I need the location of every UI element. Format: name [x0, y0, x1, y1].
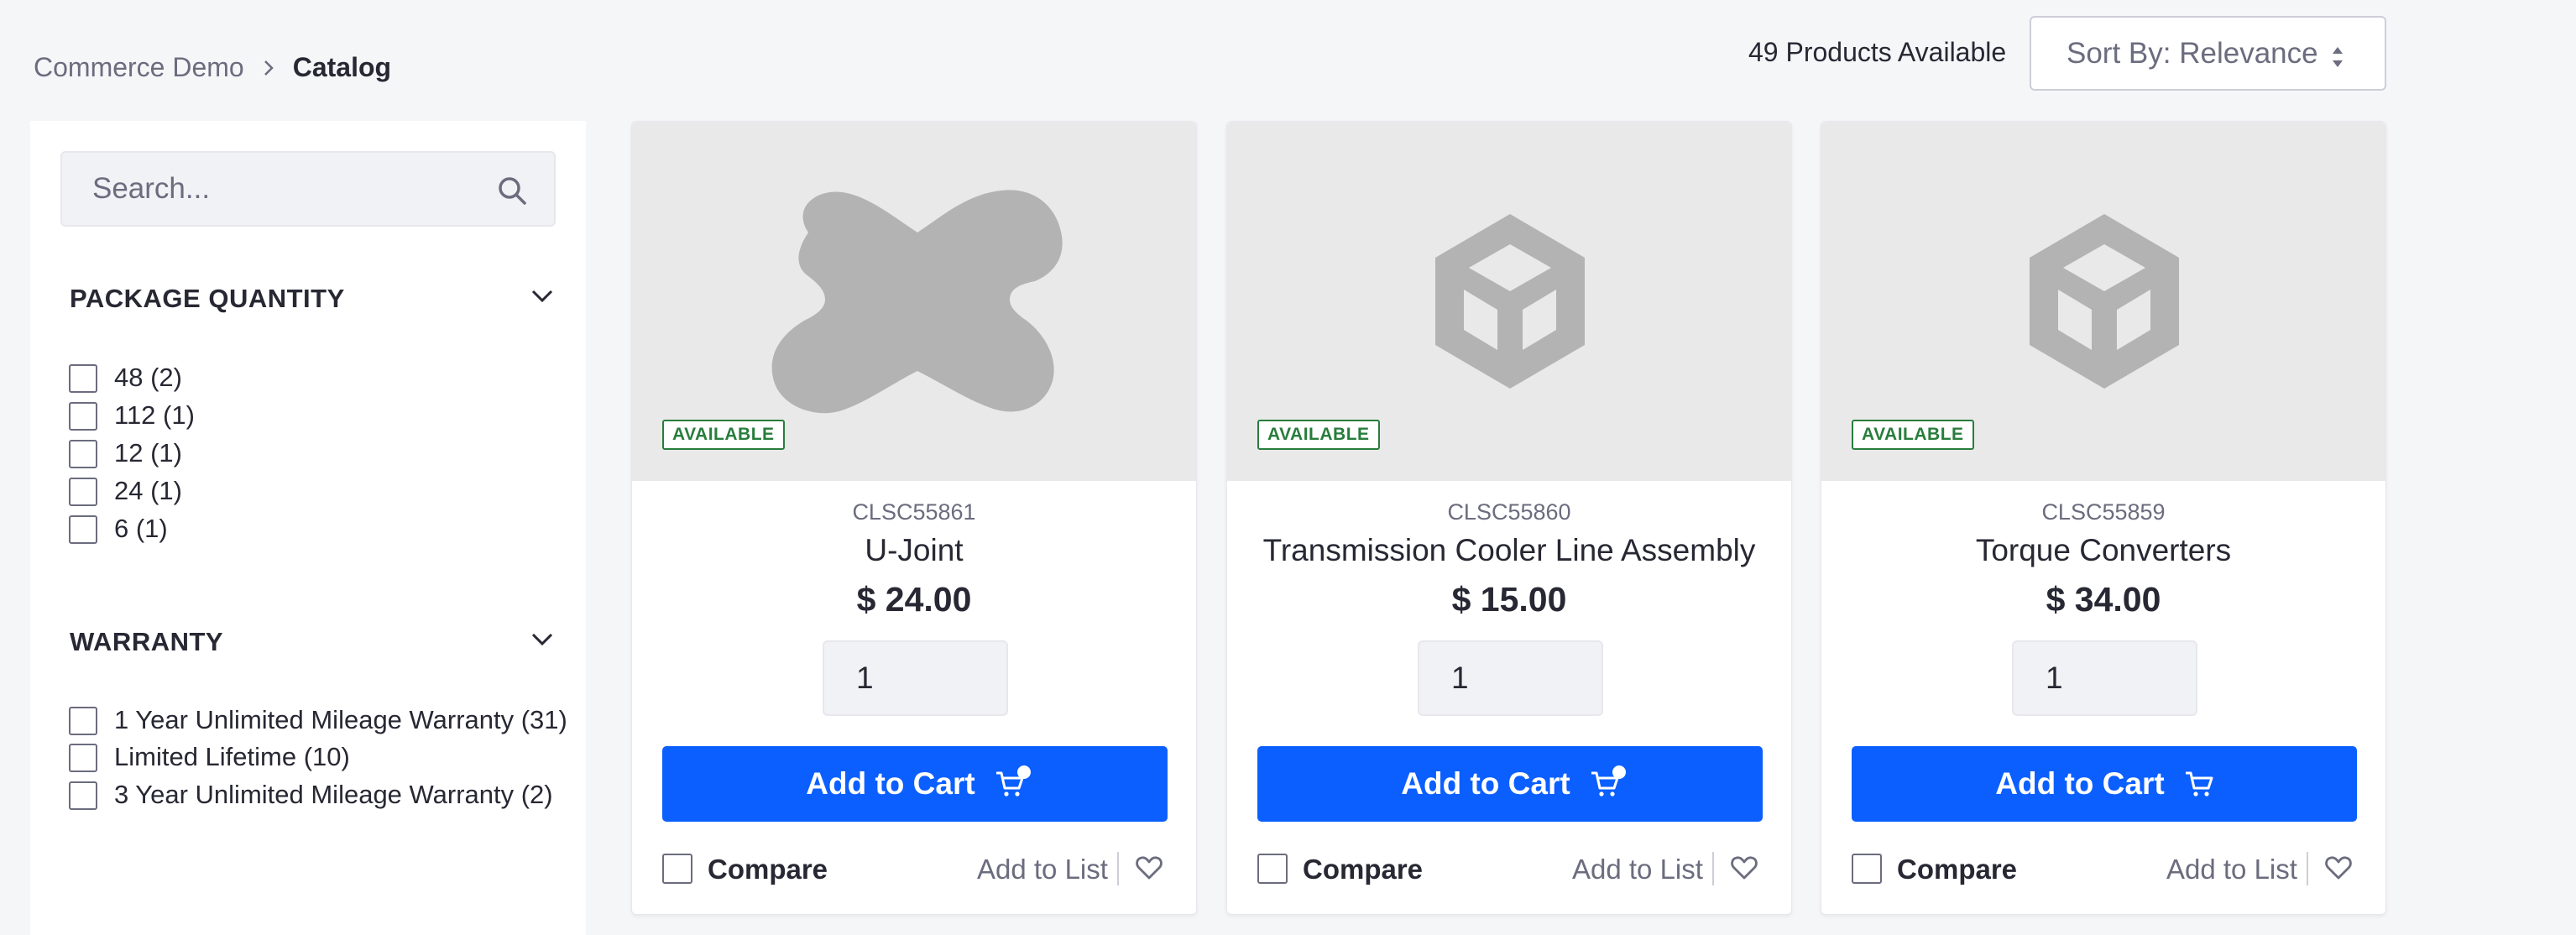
facet-title-warranty[interactable]: WARRANTY: [70, 627, 223, 657]
chevron-down-icon[interactable]: [530, 632, 554, 651]
quantity-input[interactable]: 1: [1418, 640, 1603, 716]
add-to-cart-label: Add to Cart: [1995, 766, 2165, 801]
add-to-list-link[interactable]: Add to List: [977, 854, 1108, 885]
facet-option[interactable]: 24 (1): [69, 473, 564, 510]
facet-list-warranty: 1 Year Unlimited Mileage Warranty (31) L…: [69, 702, 572, 813]
add-to-cart-button[interactable]: Add to Cart: [662, 746, 1168, 822]
product-image[interactable]: AVAILABLE: [632, 122, 1196, 481]
availability-badge: AVAILABLE: [662, 420, 785, 450]
heart-icon[interactable]: [1731, 855, 1758, 885]
u-joint-image: [771, 190, 1063, 414]
add-to-list-link[interactable]: Add to List: [1572, 854, 1703, 885]
breadcrumb: Commerce Demo Catalog: [34, 52, 391, 83]
product-price: $ 24.00: [856, 580, 972, 619]
product-price: $ 15.00: [1451, 580, 1567, 619]
compare-label[interactable]: Compare: [1897, 854, 2017, 885]
cart-icon: [995, 765, 1031, 797]
cart-icon: [1591, 765, 1626, 797]
products-count: 49 Products Available: [1748, 37, 2007, 67]
facet-title-package-quantity[interactable]: PACKAGE QUANTITY: [70, 284, 345, 314]
sort-dropdown[interactable]: Sort By: Relevance: [2030, 16, 2386, 91]
catalog-page: Commerce Demo Catalog 49 Products Availa…: [0, 0, 2576, 935]
checkbox[interactable]: [69, 402, 97, 431]
facet-option[interactable]: 6 (1): [69, 510, 564, 548]
availability-badge: AVAILABLE: [1852, 420, 1974, 450]
compare-label[interactable]: Compare: [708, 854, 828, 885]
add-to-cart-button[interactable]: Add to Cart: [1852, 746, 2357, 822]
product-name[interactable]: Torque Converters: [1821, 533, 2385, 568]
product-sku: CLSC55859: [2041, 499, 2166, 525]
chevron-down-icon[interactable]: [530, 289, 554, 308]
compare-checkbox[interactable]: [662, 854, 692, 884]
checkbox[interactable]: [69, 478, 97, 506]
heart-icon[interactable]: [1136, 855, 1163, 885]
product-card: AVAILABLE CLSC55859 Torque Converters $ …: [1821, 121, 2386, 915]
facet-list-package-quantity: 48 (2) 112 (1) 12 (1) 24 (1) 6 (1): [69, 359, 564, 548]
box-placeholder-icon: [1435, 214, 1585, 389]
facet-option[interactable]: 112 (1): [69, 397, 564, 435]
product-card: AVAILABLE CLSC55861 U-Joint $ 24.00 1 Ad…: [631, 121, 1197, 915]
product-card: AVAILABLE CLSC55860 Transmission Cooler …: [1226, 121, 1792, 915]
filter-sidebar: PACKAGE QUANTITY 48 (2) 112 (1) 12 (1) 2…: [30, 121, 586, 935]
sort-caret-icon: [2331, 43, 2344, 76]
cart-icon: [2185, 770, 2213, 797]
cart-notification-dot: [1612, 765, 1626, 779]
facet-option[interactable]: 3 Year Unlimited Mileage Warranty (2): [69, 776, 572, 813]
heart-icon[interactable]: [2325, 855, 2352, 885]
product-sku: CLSC55861: [852, 499, 976, 525]
add-to-list-link[interactable]: Add to List: [2166, 854, 2297, 885]
product-name[interactable]: Transmission Cooler Line Assembly: [1227, 533, 1791, 568]
add-to-cart-label: Add to Cart: [1401, 766, 1570, 801]
checkbox[interactable]: [69, 781, 97, 810]
facet-option[interactable]: 48 (2): [69, 359, 564, 397]
facet-option[interactable]: 1 Year Unlimited Mileage Warranty (31): [69, 702, 572, 739]
breadcrumb-current: Catalog: [292, 52, 392, 82]
compare-label[interactable]: Compare: [1303, 854, 1423, 885]
add-to-cart-label: Add to Cart: [806, 766, 975, 801]
product-image[interactable]: AVAILABLE: [1821, 122, 2385, 481]
divider: [1117, 852, 1119, 885]
checkbox[interactable]: [69, 364, 97, 393]
search-box: [60, 151, 556, 227]
divider: [2307, 852, 2308, 885]
compare-checkbox[interactable]: [1852, 854, 1882, 884]
availability-badge: AVAILABLE: [1257, 420, 1380, 450]
search-icon[interactable]: [497, 175, 527, 210]
box-placeholder-icon: [2030, 214, 2179, 389]
cart-notification-dot: [1016, 765, 1031, 779]
breadcrumb-link-commerce-demo[interactable]: Commerce Demo: [34, 52, 244, 83]
product-price: $ 34.00: [2046, 580, 2161, 619]
checkbox[interactable]: [69, 744, 97, 772]
product-name[interactable]: U-Joint: [632, 533, 1196, 568]
compare-checkbox[interactable]: [1257, 854, 1288, 884]
quantity-input[interactable]: 1: [2012, 640, 2197, 716]
facet-option[interactable]: 12 (1): [69, 435, 564, 473]
quantity-input[interactable]: 1: [823, 640, 1008, 716]
checkbox[interactable]: [69, 440, 97, 468]
product-sku: CLSC55860: [1447, 499, 1571, 525]
sort-label: Sort By: Relevance: [2067, 36, 2318, 70]
add-to-cart-button[interactable]: Add to Cart: [1257, 746, 1763, 822]
checkbox[interactable]: [69, 707, 97, 735]
checkbox[interactable]: [69, 515, 97, 544]
facet-option[interactable]: Limited Lifetime (10): [69, 739, 572, 776]
divider: [1712, 852, 1714, 885]
product-image[interactable]: AVAILABLE: [1227, 122, 1791, 481]
chevron-right-icon: [263, 59, 274, 77]
search-input[interactable]: [92, 172, 478, 206]
